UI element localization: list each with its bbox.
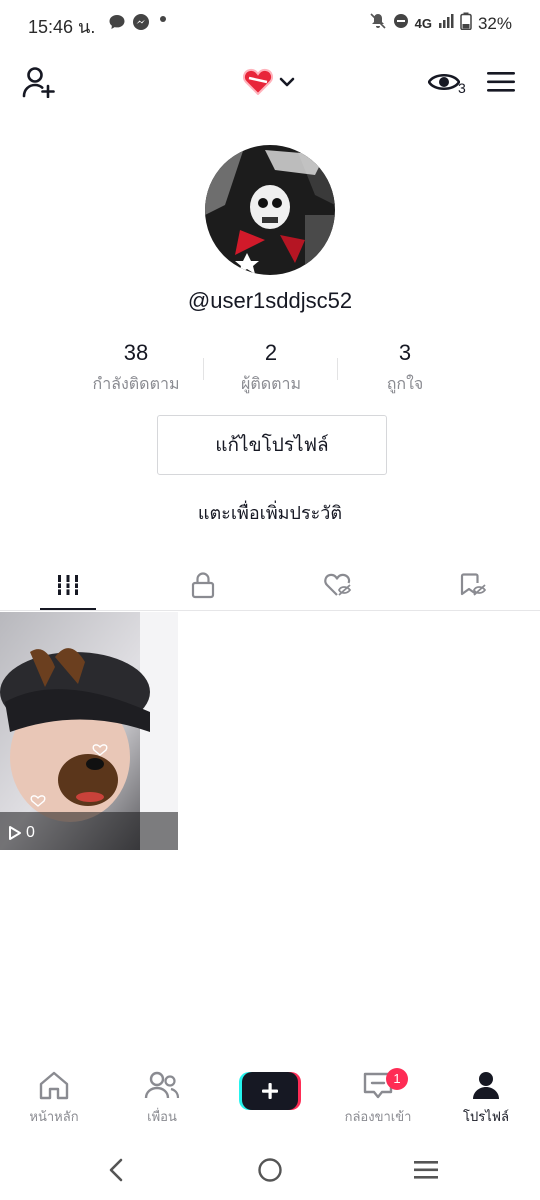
system-navigation-bar (0, 1145, 540, 1200)
video-thumbnail-image (0, 612, 178, 850)
likes-count: 3 (398, 340, 412, 365)
following-label: กำลังติดตาม (92, 374, 180, 393)
nav-inbox[interactable]: กล่องขาเข้า (324, 1070, 432, 1130)
tab-videos[interactable] (0, 560, 135, 610)
profile-views-count: 3 (458, 80, 466, 96)
system-home-button[interactable] (257, 1157, 283, 1187)
video-thumbnail[interactable]: 0 (0, 612, 178, 850)
hamburger-menu-icon (487, 72, 515, 92)
dnd-icon (393, 13, 409, 34)
battery-percent: 32% (477, 13, 512, 33)
videos-grid-icon (55, 575, 80, 595)
tab-liked[interactable] (270, 560, 405, 610)
battery-icon (460, 12, 472, 35)
mute-icon (369, 12, 387, 35)
edit-profile-button[interactable]: แก้ไขโปรไฟล์ (157, 415, 387, 475)
friends-icon (144, 1071, 180, 1099)
tab-private[interactable] (135, 560, 270, 610)
play-icon (9, 826, 21, 840)
avatar[interactable] (205, 145, 335, 275)
circle-home-icon (258, 1158, 282, 1182)
nav-friends-label: เพื่อน (147, 1110, 177, 1125)
system-recents-button[interactable] (413, 1160, 439, 1184)
followers-label: ผู้ติดตาม (240, 374, 302, 393)
nav-profile-label: โปรไฟล์ (463, 1110, 509, 1125)
nav-home-label: หน้าหลัก (29, 1110, 79, 1125)
network-type: 4G (414, 16, 432, 31)
avatar-image (205, 145, 335, 275)
nav-friends[interactable]: เพื่อน (108, 1070, 216, 1130)
menu-button[interactable] (487, 71, 515, 97)
status-time: 15:46 น. (28, 17, 96, 37)
messenger-icon (132, 13, 150, 36)
notification-dot-icon (160, 16, 166, 22)
lock-icon (191, 572, 214, 599)
tab-active-indicator (40, 608, 96, 610)
signal-icon (438, 13, 454, 34)
profile-views-button[interactable]: 3 (427, 70, 466, 98)
nav-create[interactable] (216, 1070, 324, 1130)
system-back-button[interactable] (106, 1157, 126, 1187)
nav-home[interactable]: หน้าหลัก (0, 1070, 108, 1130)
profile-icon (473, 1072, 499, 1099)
account-switcher[interactable] (243, 68, 295, 95)
stat-followers[interactable]: 2 ผู้ติดตาม (201, 340, 341, 397)
tab-saved[interactable] (405, 560, 540, 610)
nav-inbox-label: กล่องขาเข้า (344, 1110, 412, 1125)
inbox-badge: 1 (386, 1068, 408, 1090)
recents-icon (414, 1161, 438, 1179)
heart-avatar-icon (243, 68, 273, 95)
following-count: 38 (123, 340, 149, 365)
chevron-down-icon (279, 77, 295, 86)
tab-divider (0, 610, 540, 611)
followers-count: 2 (264, 340, 278, 365)
eye-icon (427, 73, 461, 91)
back-icon (109, 1158, 123, 1182)
add-user-icon (22, 67, 55, 99)
status-bar: 15:46 น. 4G 32% (0, 0, 540, 46)
likes-label: ถูกใจ (386, 374, 424, 393)
stat-following[interactable]: 38 กำลังติดตาม (66, 340, 206, 397)
chat-bubble-icon (108, 13, 126, 36)
username: @user1sddjsc52 (187, 288, 353, 313)
create-plus-icon (239, 1072, 301, 1110)
status-right: 4G 32% (369, 12, 512, 35)
view-count: 0 (8, 824, 35, 842)
add-bio-prompt[interactable]: แตะเพื่อเพิ่มประวัติ (0, 498, 540, 527)
view-count-value: 0 (26, 824, 35, 841)
saved-hidden-icon (460, 573, 486, 596)
liked-hidden-icon (323, 573, 351, 596)
home-icon (39, 1071, 69, 1100)
stat-likes[interactable]: 3 ถูกใจ (335, 340, 475, 397)
nav-profile[interactable]: โปรไฟล์ (432, 1070, 540, 1130)
add-friend-button[interactable] (22, 66, 56, 102)
